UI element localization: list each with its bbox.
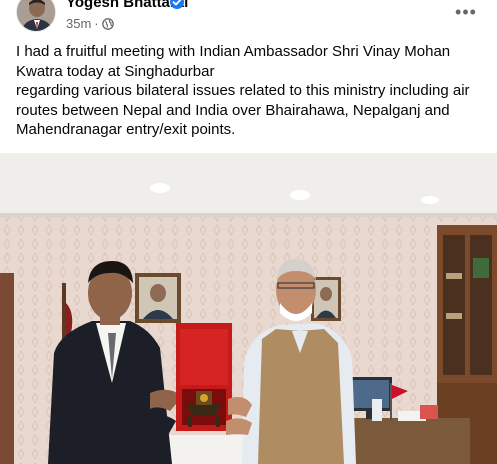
more-options-button[interactable]: •••: [451, 0, 481, 24]
post-timestamp[interactable]: 35m: [66, 16, 91, 31]
avatar[interactable]: [16, 0, 56, 32]
post-header: Yogesh Bhattarai 35m · •••: [0, 0, 497, 36]
photo-ceiling: [0, 153, 497, 215]
ceiling-light: [421, 196, 439, 204]
post-meta: 35m ·: [66, 16, 114, 31]
post-text-line: I had a fruitful meeting with Indian Amb…: [16, 43, 451, 80]
door-frame: [0, 273, 14, 464]
post-text: I had a fruitful meeting with Indian Amb…: [16, 42, 486, 140]
ceiling-light: [150, 183, 170, 193]
post-photo[interactable]: [0, 153, 497, 464]
globe-icon[interactable]: [101, 17, 114, 30]
gift-box: [176, 323, 232, 431]
post-text-line: regarding various bilateral issues relat…: [16, 82, 470, 138]
meta-separator: ·: [94, 16, 99, 31]
ceiling-light: [290, 190, 310, 200]
verified-badge-icon: [170, 0, 184, 9]
